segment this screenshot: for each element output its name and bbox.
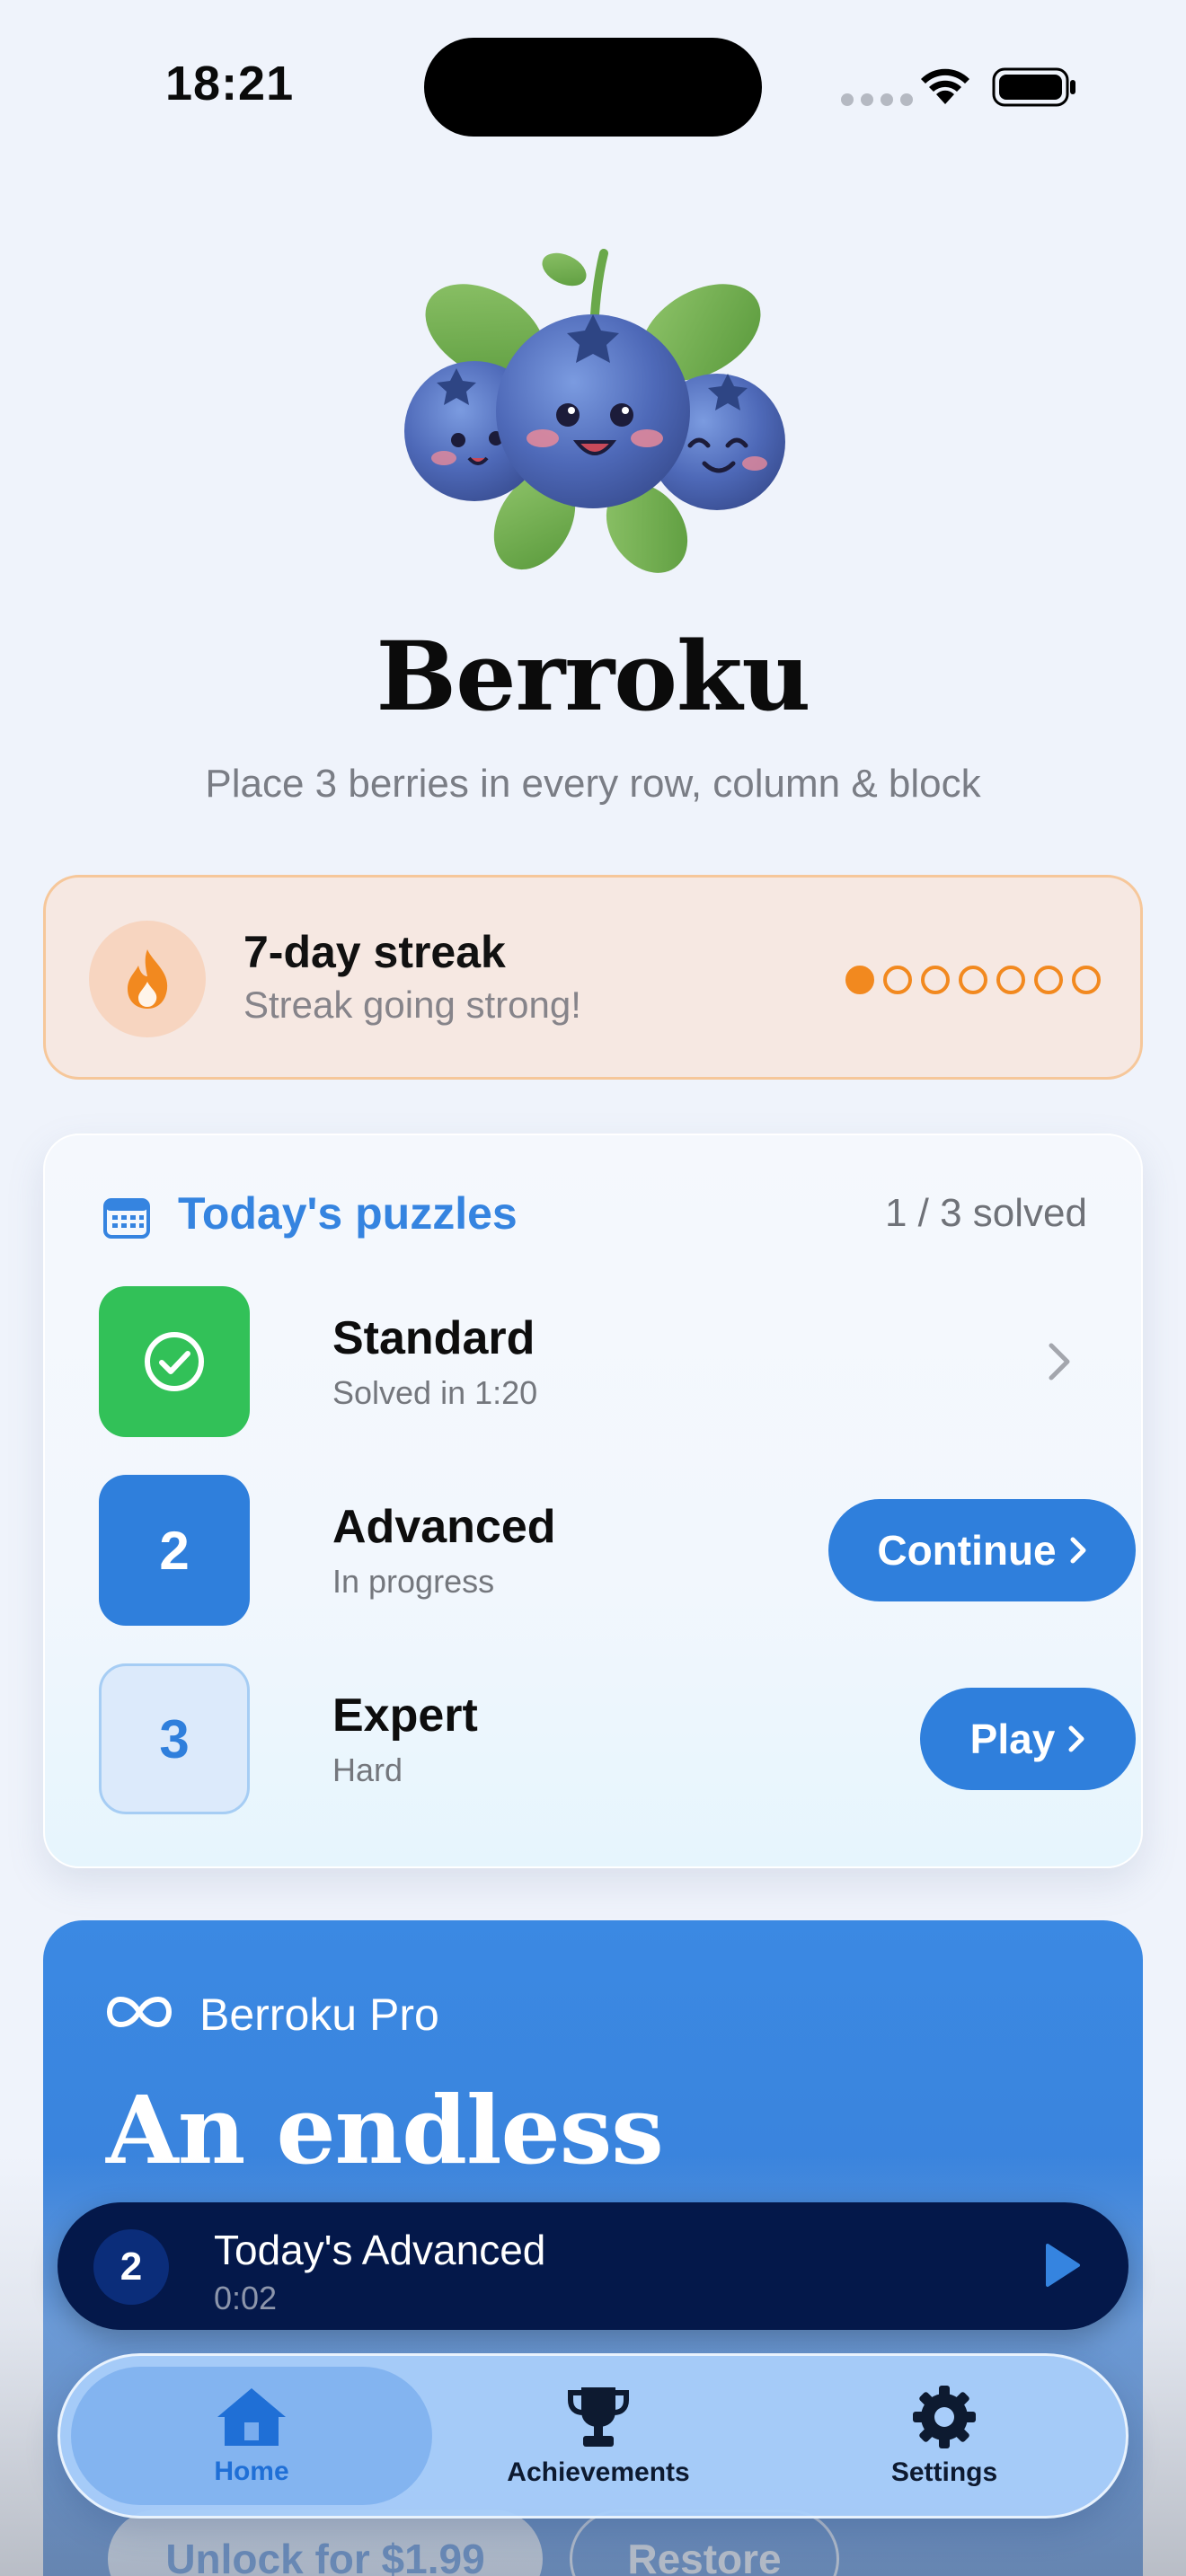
calendar-icon xyxy=(103,1198,150,1239)
tab-label: Settings xyxy=(890,2457,998,2487)
puzzle-difficulty: Hard xyxy=(332,1751,403,1788)
streak-icon-badge xyxy=(89,921,206,1037)
streak-day-dot xyxy=(921,966,950,994)
streak-progress-dots xyxy=(845,966,1101,994)
pro-headline: An endless xyxy=(106,2075,664,2185)
puzzle-status: In progress xyxy=(332,1563,495,1600)
flame-icon xyxy=(128,949,168,1009)
puzzle-tile-number: 3 xyxy=(99,1663,250,1814)
wifi-icon xyxy=(921,68,969,104)
pro-label: Berroku Pro xyxy=(199,1989,439,2040)
streak-day-dot xyxy=(845,966,874,994)
streak-day-dot xyxy=(883,966,912,994)
status-time: 18:21 xyxy=(165,57,295,110)
streak-title: 7-day streak xyxy=(243,927,506,977)
continue-button-label: Continue xyxy=(877,1527,1057,1574)
play-button-label: Play xyxy=(969,1716,1056,1762)
continue-button[interactable]: Continue xyxy=(828,1499,1136,1601)
gear-icon xyxy=(913,2386,976,2448)
home-icon xyxy=(217,2388,286,2446)
puzzle-row-advanced: 2 Advanced In progress Continue xyxy=(99,1475,1136,1626)
tab-label: Home xyxy=(214,2457,289,2486)
streak-day-dot xyxy=(1072,966,1101,994)
app-subtitle: Place 3 berries in every row, column & b… xyxy=(205,762,981,806)
battery-icon xyxy=(992,67,1075,107)
streak-subtitle: Streak going strong! xyxy=(243,984,581,1026)
tab-home[interactable]: Home xyxy=(71,2356,432,2516)
infinity-icon xyxy=(106,1996,173,2028)
now-playing-badge: 2 xyxy=(93,2229,169,2305)
tab-bar: Home Achievements Settings xyxy=(58,2353,1128,2519)
play-button[interactable]: Play xyxy=(920,1688,1136,1790)
checkmark-circle-icon xyxy=(145,1332,204,1391)
puzzle-row-expert: 3 Expert Hard Play xyxy=(99,1663,1136,1814)
puzzle-title: Expert xyxy=(332,1689,478,1742)
restore-button[interactable]: Restore xyxy=(570,2510,839,2576)
puzzle-title: Advanced xyxy=(332,1501,556,1553)
puzzle-status: Solved in 1:20 xyxy=(332,1374,538,1411)
cellular-signal-icon xyxy=(841,93,913,106)
play-icon[interactable] xyxy=(1042,2242,1082,2289)
app-title: Berroku xyxy=(376,620,811,732)
now-playing-title: Today's Advanced xyxy=(214,2227,546,2273)
streak-card[interactable]: 7-day streak Streak going strong! xyxy=(43,875,1143,1080)
puzzle-tile-number: 2 xyxy=(99,1475,250,1626)
trophy-icon xyxy=(568,2387,629,2447)
tab-label: Achievements xyxy=(507,2457,690,2487)
puzzles-title: Today's puzzles xyxy=(178,1188,518,1239)
blueberry-mascot-logo xyxy=(404,249,785,573)
puzzles-solved-count: 1 / 3 solved xyxy=(884,1191,1087,1235)
chevron-right-icon xyxy=(1068,1725,1084,1752)
puzzle-title: Standard xyxy=(332,1312,535,1364)
now-playing-bar[interactable]: 2 Today's Advanced 0:02 xyxy=(58,2202,1128,2330)
todays-puzzles-card: Today's puzzles 1 / 3 solved Standard So… xyxy=(43,1134,1143,1868)
now-playing-timer: 0:02 xyxy=(214,2280,278,2316)
unlock-button[interactable]: Unlock for $1.99 xyxy=(108,2510,543,2576)
chevron-right-icon xyxy=(1049,1343,1070,1381)
puzzle-tile-solved xyxy=(99,1286,250,1437)
chevron-right-icon xyxy=(1070,1537,1086,1564)
tab-settings[interactable]: Settings xyxy=(765,2356,1124,2516)
streak-day-dot xyxy=(1034,966,1063,994)
tab-achievements[interactable]: Achievements xyxy=(432,2356,765,2516)
puzzle-row-standard[interactable]: Standard Solved in 1:20 xyxy=(99,1286,1091,1437)
dynamic-island xyxy=(424,38,762,137)
streak-day-dot xyxy=(996,966,1025,994)
streak-day-dot xyxy=(959,966,987,994)
